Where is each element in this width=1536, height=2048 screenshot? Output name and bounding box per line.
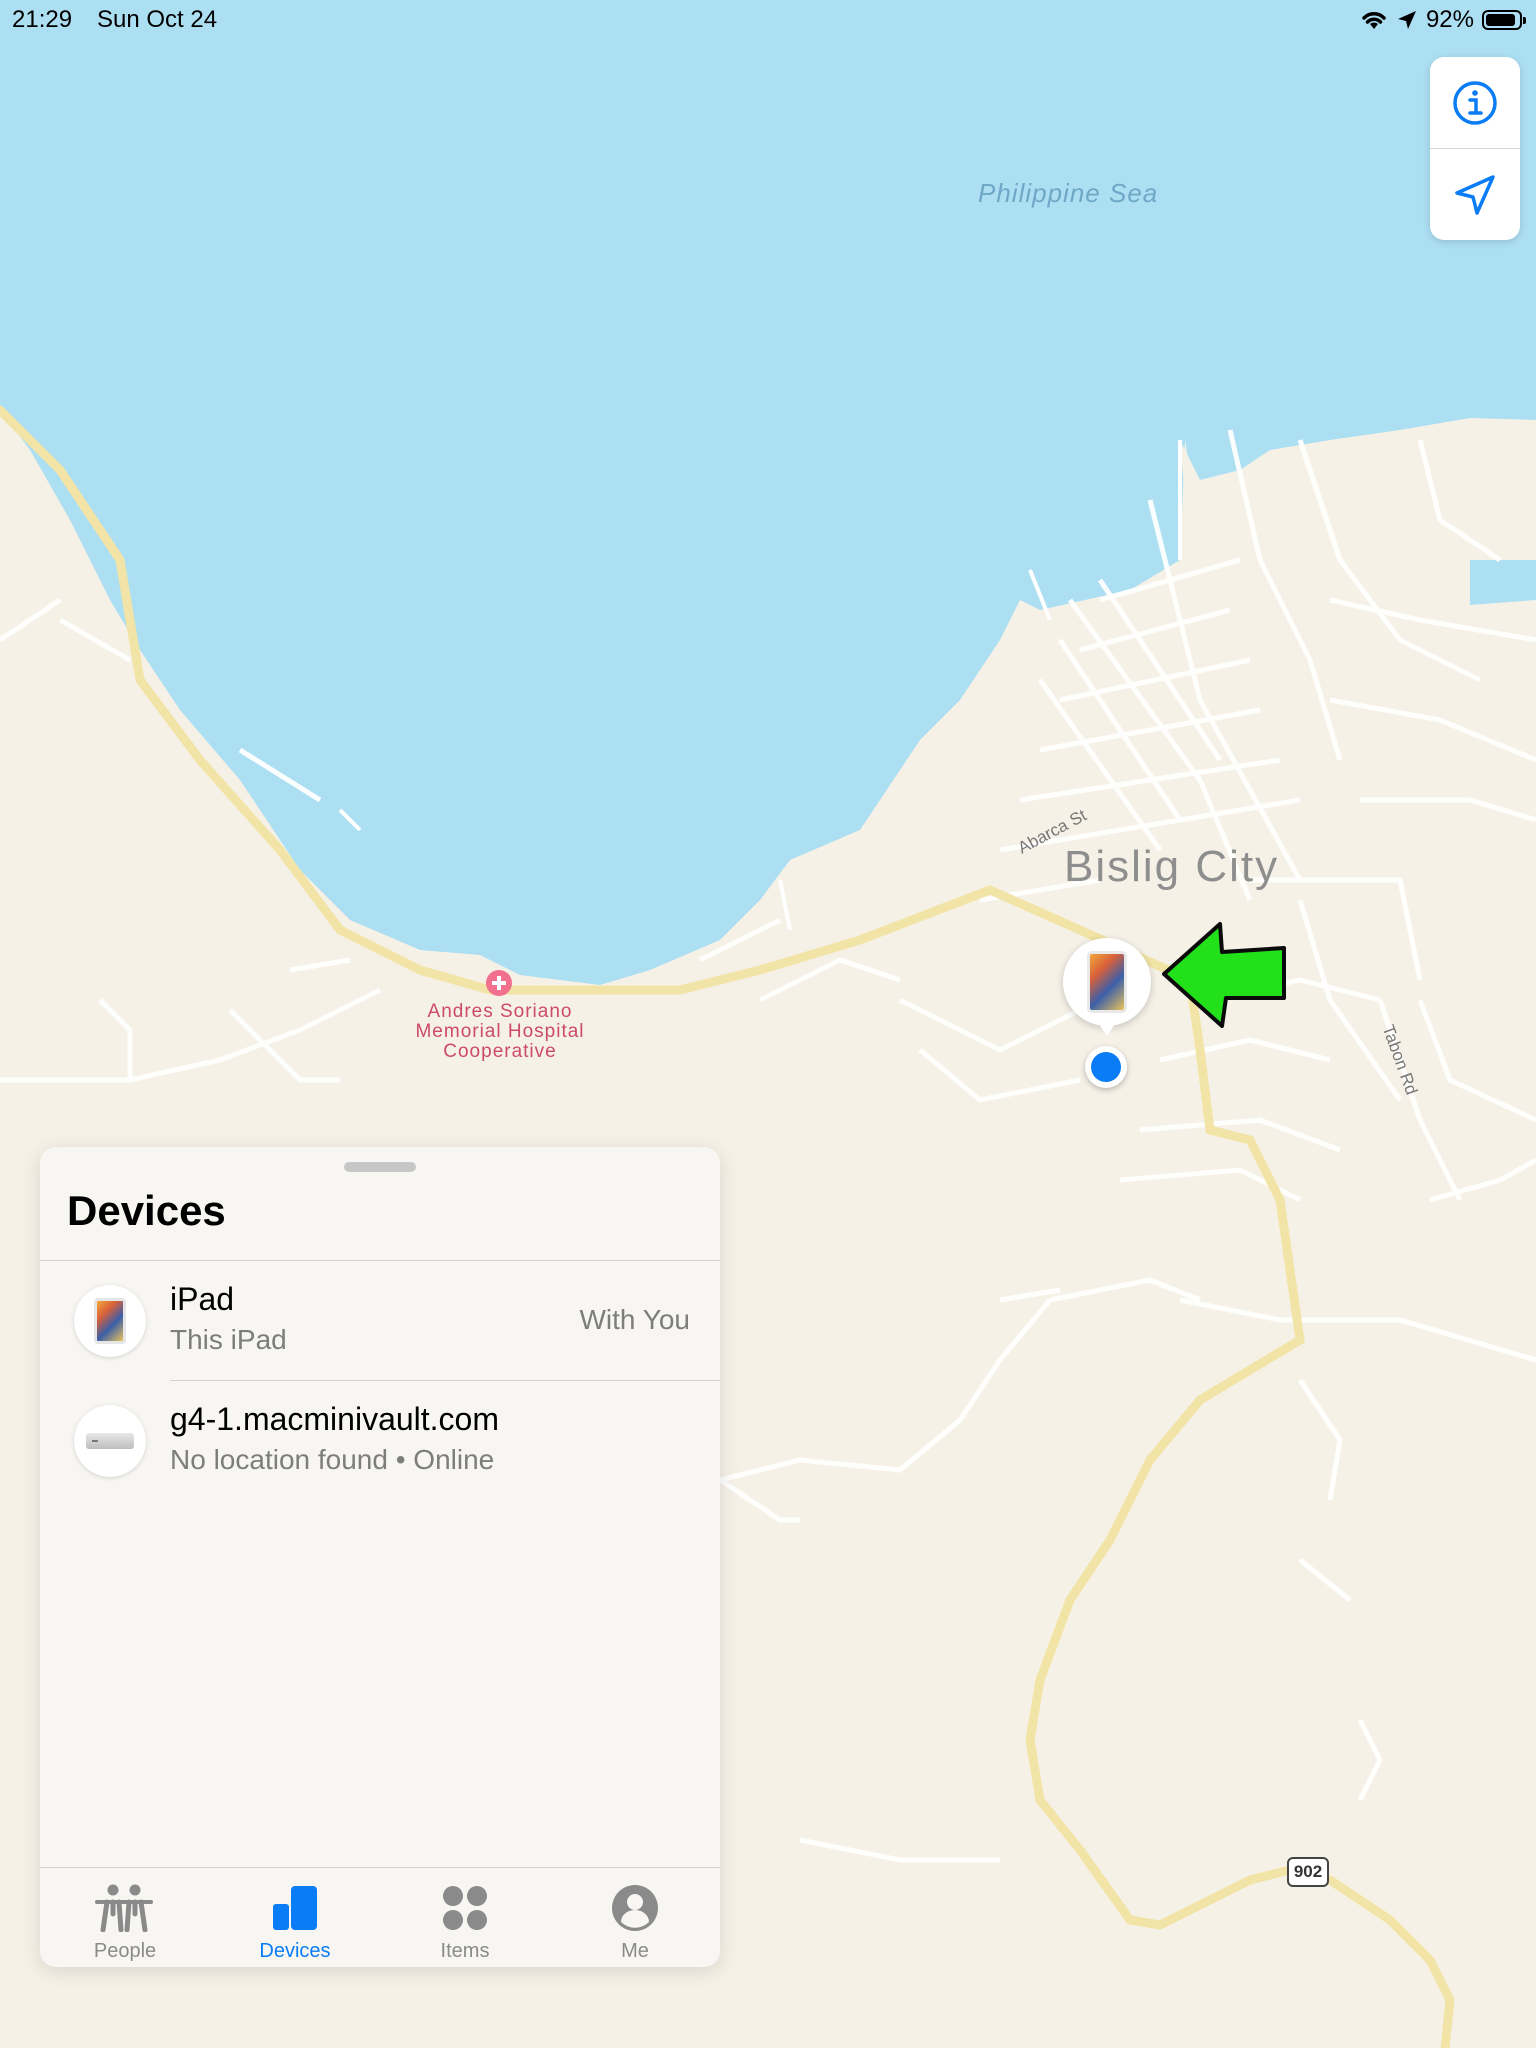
device-avatar	[74, 1285, 146, 1357]
status-date: Sun Oct 24	[97, 6, 218, 33]
ipad-icon	[1087, 951, 1127, 1013]
route-badge: 902	[1287, 1857, 1329, 1887]
ipad-map-pin[interactable]	[1063, 938, 1151, 1036]
status-time: 21:29	[12, 6, 73, 33]
tab-label: Me	[621, 1940, 649, 1962]
tab-me[interactable]: Me	[550, 1868, 720, 1967]
info-button[interactable]	[1430, 57, 1520, 148]
location-arrow-icon	[1455, 174, 1495, 215]
battery-percent: 92%	[1425, 6, 1474, 33]
status-bar: 21:29 Sun Oct 24 92%	[0, 0, 1536, 40]
hospital-icon[interactable]	[484, 968, 514, 1003]
tab-label: People	[93, 1940, 157, 1962]
city-label: Bislig City	[1064, 842, 1280, 891]
sheet-title: Devices	[67, 1187, 226, 1234]
device-subtitle: No location found • Online	[170, 1444, 495, 1475]
tab-people[interactable]: People	[40, 1868, 210, 1967]
devices-icon	[273, 1886, 317, 1930]
wifi-icon	[1362, 12, 1386, 29]
device-subtitle: This iPad	[170, 1324, 287, 1355]
people-icon	[95, 1884, 153, 1932]
location-arrow-icon	[1397, 11, 1416, 29]
tab-label: Items	[440, 1940, 490, 1962]
info-icon	[1453, 80, 1497, 125]
me-icon	[612, 1885, 658, 1931]
device-name: g4-1.macminivault.com	[170, 1401, 499, 1437]
sea-label: Philippine Sea	[978, 178, 1159, 208]
annotation-arrow-icon	[1162, 922, 1286, 1028]
status-indicators: 92%	[1360, 6, 1526, 34]
device-row-ipad[interactable]: iPad This iPad With You	[40, 1261, 720, 1381]
map-controls	[1430, 57, 1520, 240]
sheet-grabber[interactable]	[344, 1162, 416, 1172]
mac-mini-icon	[86, 1433, 134, 1449]
device-name: iPad	[170, 1281, 235, 1317]
hospital-label[interactable]: Andres Soriano Memorial Hospital Coopera…	[410, 1002, 590, 1062]
device-avatar	[74, 1405, 146, 1477]
battery-icon	[1482, 10, 1526, 30]
ipad-icon	[94, 1298, 126, 1344]
tab-bar: People Devices Items Me	[40, 1867, 720, 1967]
locate-me-button[interactable]	[1430, 149, 1520, 240]
devices-sheet: Devices iPad This iPad With You g4-1.mac…	[40, 1147, 720, 1967]
tab-items[interactable]: Items	[380, 1868, 550, 1967]
user-location-dot	[1085, 1046, 1127, 1088]
device-row-mac[interactable]: g4-1.macminivault.com No location found …	[40, 1381, 720, 1501]
tab-label: Devices	[259, 1940, 331, 1962]
device-status: With You	[579, 1304, 690, 1335]
items-icon	[443, 1886, 487, 1930]
tab-devices[interactable]: Devices	[210, 1868, 380, 1967]
